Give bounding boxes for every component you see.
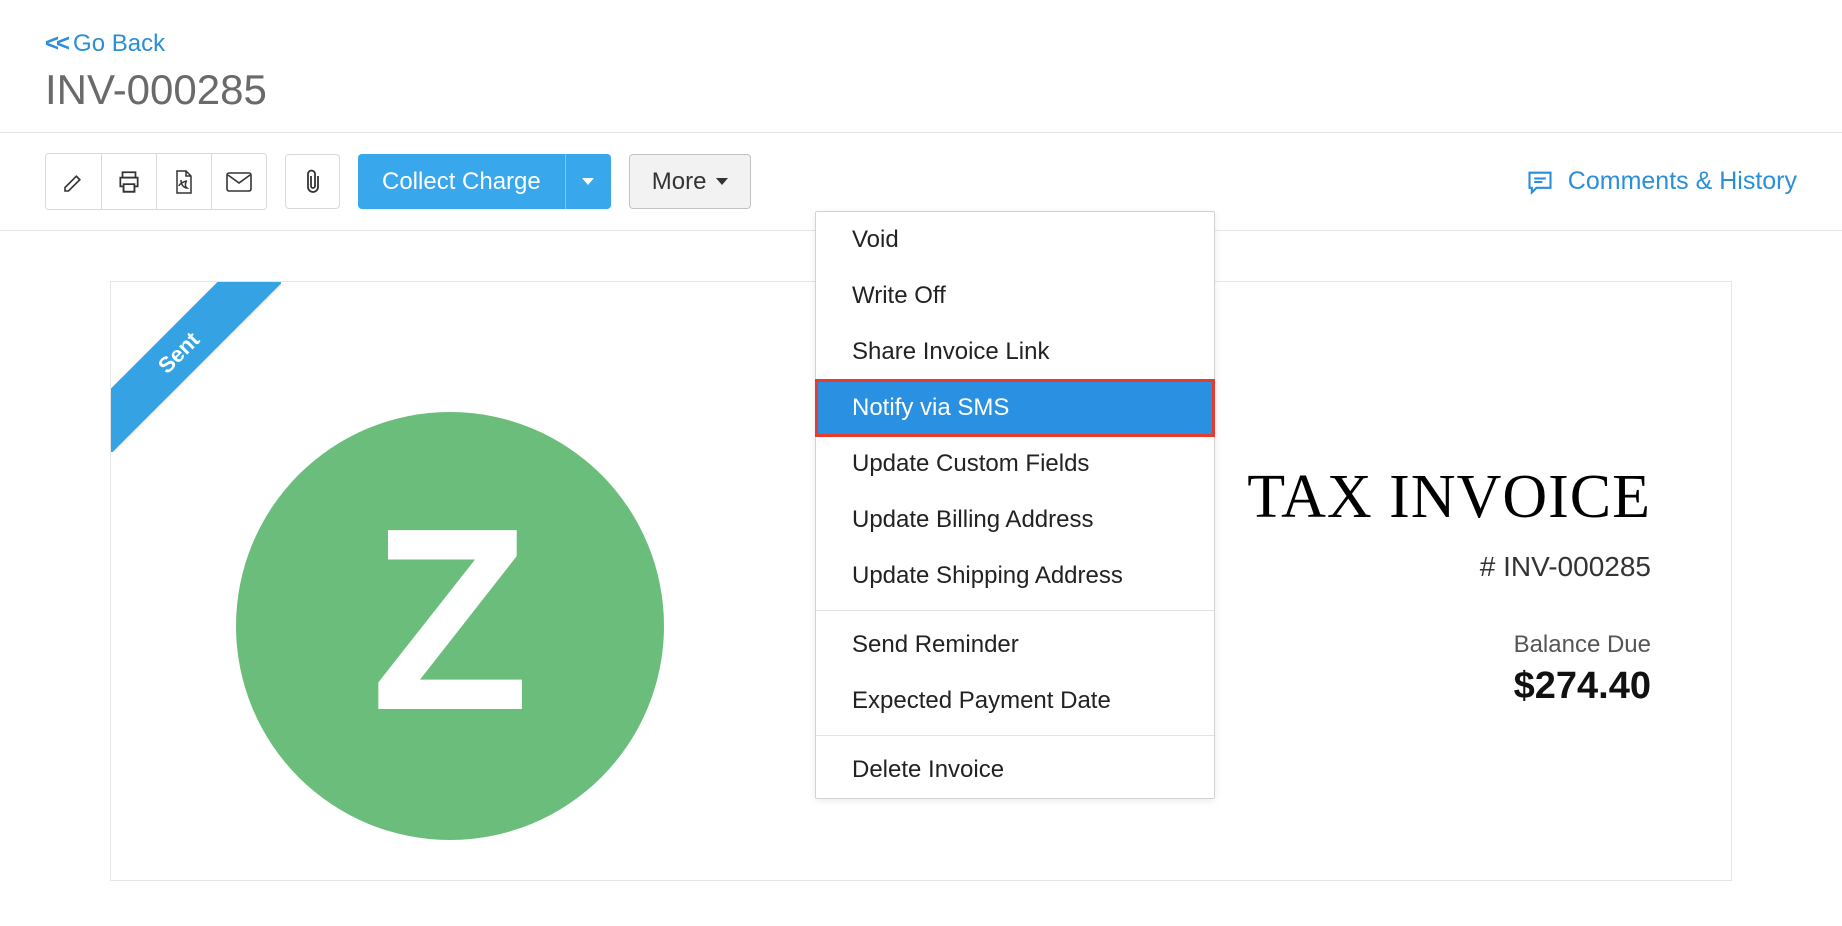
dropdown-item-share-invoice-link[interactable]: Share Invoice Link	[816, 324, 1214, 380]
print-button[interactable]	[101, 154, 156, 209]
printer-icon	[116, 169, 142, 195]
status-ribbon-label: Sent	[111, 282, 281, 452]
dropdown-item-expected-payment-date[interactable]: Expected Payment Date	[816, 673, 1214, 729]
chevron-left-double-icon: <<	[45, 30, 67, 58]
invoice-number: # INV-000285	[1247, 551, 1651, 583]
dropdown-item-send-reminder[interactable]: Send Reminder	[816, 617, 1214, 673]
dropdown-item-update-shipping-address[interactable]: Update Shipping Address	[816, 548, 1214, 604]
more-button[interactable]: More	[629, 154, 752, 209]
balance-due-amount: $274.40	[1247, 665, 1651, 708]
pdf-button[interactable]	[156, 154, 211, 209]
page-title: INV-000285	[45, 66, 1797, 114]
balance-due-label: Balance Due	[1247, 631, 1651, 659]
collect-charge-split: Collect Charge	[358, 154, 611, 209]
dropdown-separator	[816, 735, 1214, 736]
more-label: More	[652, 168, 707, 196]
dropdown-item-write-off[interactable]: Write Off	[816, 268, 1214, 324]
toolbar: Collect Charge More Comments & History V…	[0, 132, 1842, 231]
pencil-icon	[62, 170, 86, 194]
caret-down-icon	[716, 178, 728, 185]
invoice-heading: TAX INVOICE	[1247, 462, 1651, 533]
action-icon-group	[45, 153, 267, 210]
email-button[interactable]	[211, 154, 266, 209]
logo-letter: Z	[371, 490, 530, 750]
company-logo: Z	[236, 412, 664, 840]
dropdown-item-update-custom-fields[interactable]: Update Custom Fields	[816, 436, 1214, 492]
page-header: << Go Back INV-000285	[0, 0, 1842, 132]
dropdown-item-update-billing-address[interactable]: Update Billing Address	[816, 492, 1214, 548]
dropdown-item-void[interactable]: Void	[816, 212, 1214, 268]
dropdown-separator	[816, 610, 1214, 611]
paperclip-icon	[302, 169, 324, 195]
collect-charge-dropdown-toggle[interactable]	[565, 154, 611, 209]
go-back-label: Go Back	[73, 30, 165, 58]
envelope-icon	[226, 172, 252, 192]
attachment-button[interactable]	[285, 154, 340, 209]
dropdown-item-notify-via-sms[interactable]: Notify via SMS	[816, 380, 1214, 436]
collect-charge-button[interactable]: Collect Charge	[358, 154, 565, 209]
comments-history-link[interactable]: Comments & History	[1526, 167, 1797, 196]
edit-button[interactable]	[46, 154, 101, 209]
comment-icon	[1526, 168, 1554, 196]
comments-history-label: Comments & History	[1568, 167, 1797, 196]
invoice-meta: TAX INVOICE # INV-000285 Balance Due $27…	[1247, 322, 1691, 708]
dropdown-item-delete-invoice[interactable]: Delete Invoice	[816, 742, 1214, 798]
go-back-link[interactable]: << Go Back	[45, 30, 165, 58]
pdf-file-icon	[173, 169, 195, 195]
caret-down-icon	[582, 178, 594, 185]
collect-charge-label: Collect Charge	[382, 168, 541, 196]
status-ribbon: Sent	[111, 282, 281, 452]
more-dropdown: VoidWrite OffShare Invoice LinkNotify vi…	[815, 211, 1215, 799]
